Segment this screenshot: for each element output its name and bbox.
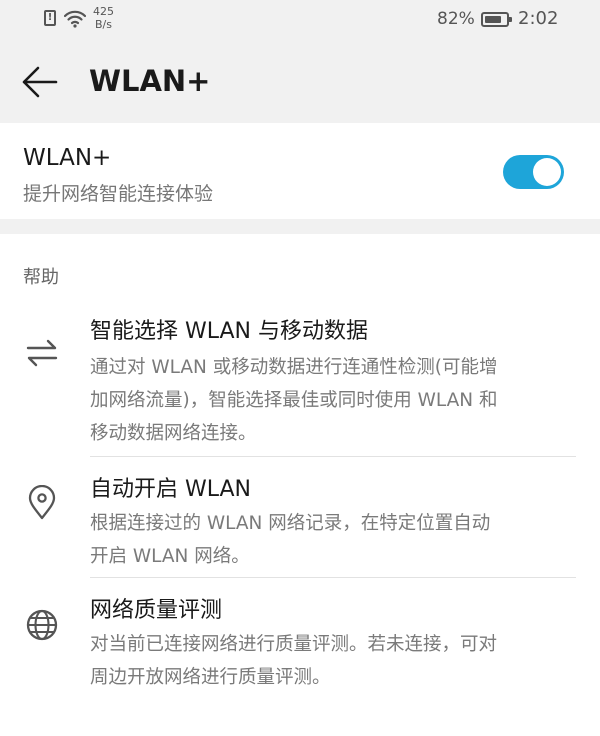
help-section-title: 帮助 bbox=[23, 267, 59, 288]
battery-fill bbox=[485, 16, 502, 23]
clock-time: 2:02 bbox=[518, 8, 559, 29]
help-item-description: 通过对 WLAN 或移动数据进行连通性检测(可能增 加网络流量)，智能选择最佳或… bbox=[90, 351, 576, 450]
list-divider bbox=[90, 456, 576, 457]
title-bar: WLAN+ bbox=[0, 38, 600, 123]
help-item-description: 根据连接过的 WLAN 网络记录，在特定位置自动 开启 WLAN 网络。 bbox=[90, 507, 576, 573]
page-title: WLAN+ bbox=[89, 64, 211, 98]
network-speed-value: 425 bbox=[93, 5, 114, 18]
list-divider bbox=[90, 577, 576, 578]
network-speed: 425 B/s bbox=[93, 5, 114, 31]
wlan-plus-setting-row[interactable]: WLAN+ 提升网络智能连接体验 bbox=[0, 123, 600, 219]
wlan-plus-toggle[interactable] bbox=[503, 155, 564, 189]
description-line: 周边开放网络进行质量评测。 bbox=[90, 667, 331, 688]
battery-icon bbox=[481, 12, 512, 27]
alert-icon: ! bbox=[44, 10, 56, 26]
swap-arrows-icon bbox=[26, 339, 58, 367]
description-line: 移动数据网络连接。 bbox=[90, 423, 257, 444]
back-button[interactable] bbox=[18, 62, 62, 102]
help-item-quality-test[interactable]: 网络质量评测 对当前已连接网络进行质量评测。若未连接，可对 周边开放网络进行质量… bbox=[0, 592, 600, 696]
description-line: 加网络流量)，智能选择最佳或同时使用 WLAN 和 bbox=[90, 390, 498, 411]
help-item-title: 智能选择 WLAN 与移动数据 bbox=[90, 319, 369, 344]
toggle-knob bbox=[533, 158, 561, 186]
help-item-smart-selection[interactable]: 智能选择 WLAN 与移动数据 通过对 WLAN 或移动数据进行连通性检测(可能… bbox=[0, 313, 600, 453]
globe-icon bbox=[26, 609, 58, 641]
battery-percent: 82% bbox=[437, 9, 475, 29]
description-line: 根据连接过的 WLAN 网络记录，在特定位置自动 bbox=[90, 513, 491, 534]
help-item-title: 网络质量评测 bbox=[90, 598, 223, 623]
wifi-icon bbox=[64, 10, 86, 28]
help-item-description: 对当前已连接网络进行质量评测。若未连接，可对 周边开放网络进行质量评测。 bbox=[90, 628, 576, 694]
section-divider bbox=[0, 219, 600, 234]
network-speed-unit: B/s bbox=[95, 18, 112, 31]
description-line: 对当前已连接网络进行质量评测。若未连接，可对 bbox=[90, 634, 498, 655]
status-bar: ! 425 B/s 82% 2:02 bbox=[0, 0, 600, 38]
description-line: 通过对 WLAN 或移动数据进行连通性检测(可能增 bbox=[90, 357, 498, 378]
description-line: 开启 WLAN 网络。 bbox=[90, 546, 250, 567]
help-item-title: 自动开启 WLAN bbox=[90, 477, 252, 502]
wlan-plus-label: WLAN+ bbox=[23, 145, 112, 171]
location-pin-icon bbox=[28, 485, 56, 520]
wlan-plus-description: 提升网络智能连接体验 bbox=[23, 183, 214, 205]
back-arrow-icon bbox=[22, 66, 58, 98]
help-item-auto-enable[interactable]: 自动开启 WLAN 根据连接过的 WLAN 网络记录，在特定位置自动 开启 WL… bbox=[0, 471, 600, 575]
